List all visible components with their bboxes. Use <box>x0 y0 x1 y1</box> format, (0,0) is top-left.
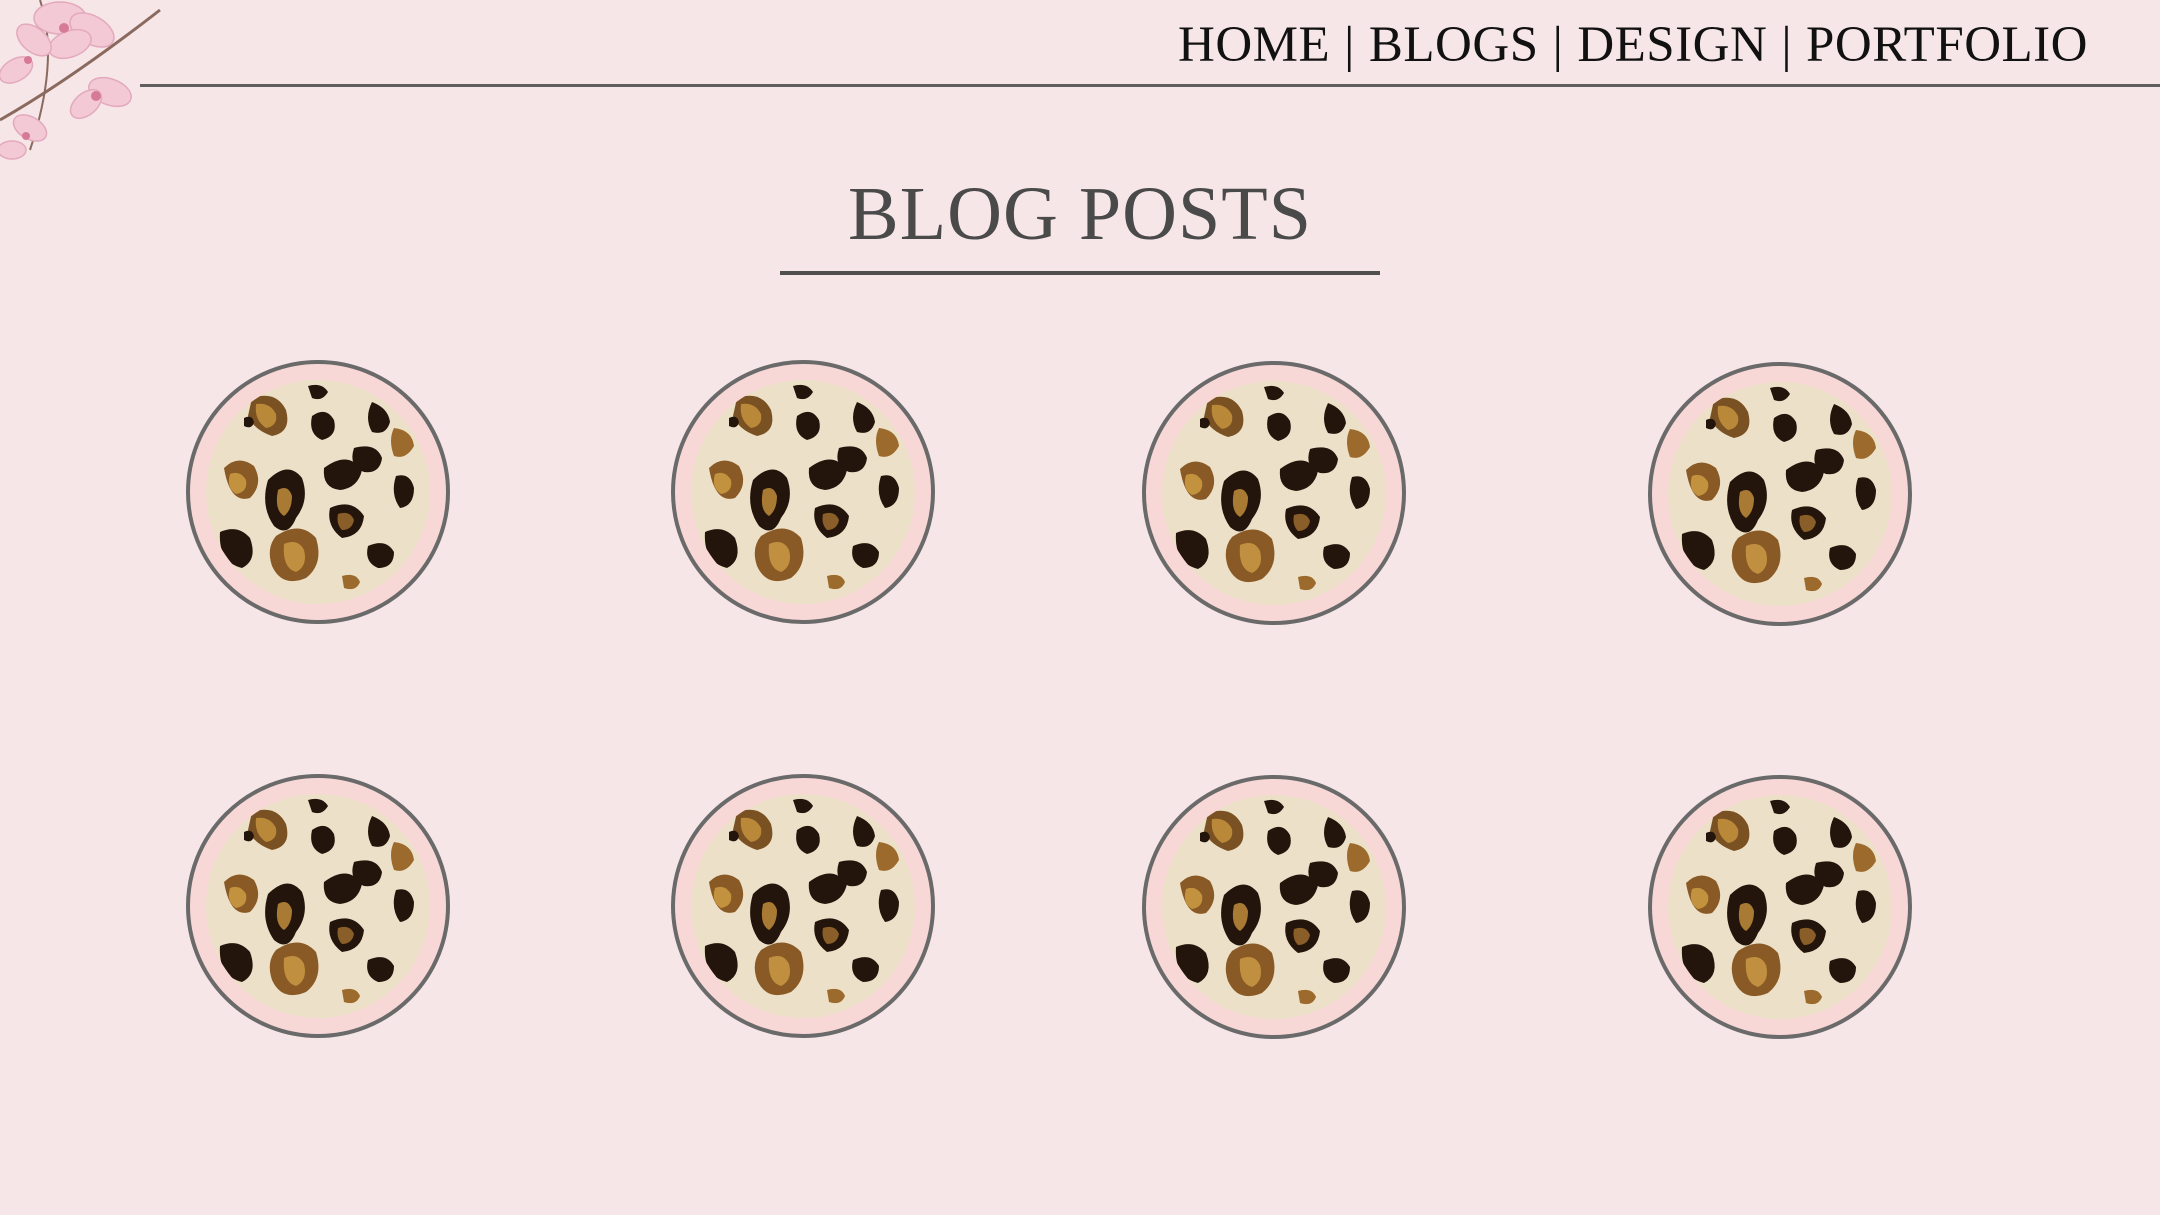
blog-post-thumbnail-7[interactable] <box>1140 773 1408 1041</box>
nav-home[interactable]: HOME <box>1178 16 1330 74</box>
blog-post-thumbnail-6[interactable] <box>669 772 937 1040</box>
leopard-print-thumbnail-icon <box>1646 773 1914 1041</box>
page-title: BLOG POSTS <box>848 172 1312 256</box>
nav-separator: | <box>1344 17 1355 73</box>
blog-post-thumbnail-5[interactable] <box>184 772 452 1040</box>
leopard-print-thumbnail-icon <box>184 358 452 626</box>
nav-separator: | <box>1552 17 1564 73</box>
leopard-print-thumbnail-icon <box>1140 359 1408 627</box>
blog-post-thumbnail-3[interactable] <box>1140 359 1408 627</box>
blog-post-thumbnail-1[interactable] <box>184 358 452 626</box>
nav-portfolio[interactable]: PORTFOLIO <box>1806 16 2088 74</box>
nav-separator: | <box>1781 17 1793 73</box>
leopard-print-thumbnail-icon <box>184 772 452 1040</box>
nav-design[interactable]: DESIGN <box>1577 16 1767 74</box>
leopard-print-thumbnail-icon <box>669 358 937 626</box>
title-underline <box>780 271 1380 275</box>
blog-post-thumbnail-8[interactable] <box>1646 773 1914 1041</box>
leopard-print-thumbnail-icon <box>1140 773 1408 1041</box>
leopard-print-thumbnail-icon <box>669 772 937 1040</box>
top-navigation: HOME | BLOGS | DESIGN | PORTFOLIO <box>1178 10 2088 80</box>
blog-post-thumbnail-2[interactable] <box>669 358 937 626</box>
header-divider <box>140 84 2160 87</box>
leopard-print-thumbnail-icon <box>1646 360 1914 628</box>
blog-post-thumbnail-4[interactable] <box>1646 360 1914 628</box>
nav-blogs[interactable]: BLOGS <box>1369 16 1539 74</box>
